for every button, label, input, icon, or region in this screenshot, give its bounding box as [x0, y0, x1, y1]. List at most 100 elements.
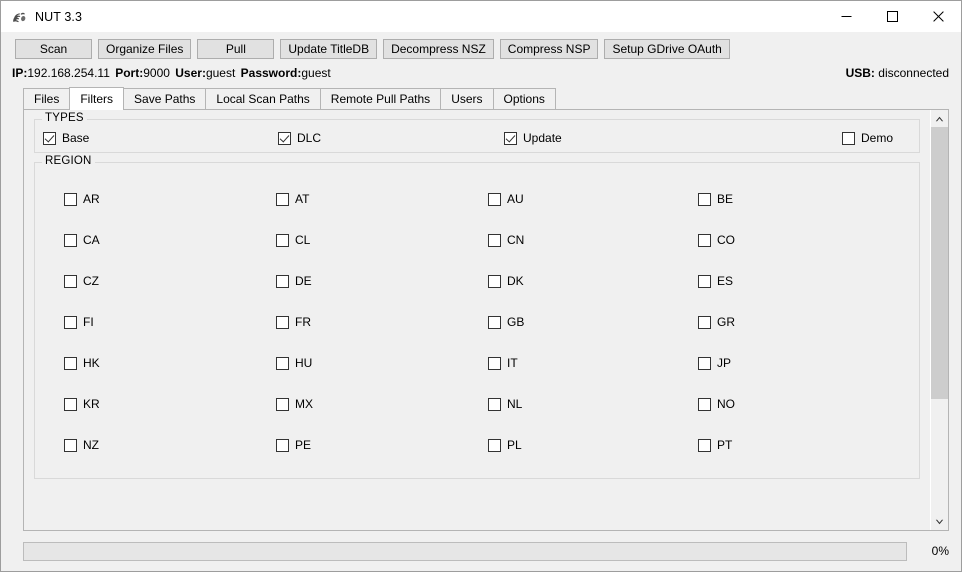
checkbox-kr-box[interactable]: [64, 398, 77, 411]
vertical-scrollbar[interactable]: [930, 110, 948, 530]
checkbox-region-pt[interactable]: PT: [698, 425, 919, 466]
checkbox-base[interactable]: Base: [35, 132, 256, 145]
checkbox-co-box[interactable]: [698, 234, 711, 247]
checkbox-region-es[interactable]: ES: [698, 261, 919, 302]
checkbox-region-fi[interactable]: FI: [64, 302, 276, 343]
checkbox-mx-box[interactable]: [276, 398, 289, 411]
checkbox-region-gb[interactable]: GB: [488, 302, 698, 343]
checkbox-jp-box[interactable]: [698, 357, 711, 370]
checkbox-de-box[interactable]: [276, 275, 289, 288]
checkbox-region-dk[interactable]: DK: [488, 261, 698, 302]
checkbox-dlc-box[interactable]: [278, 132, 291, 145]
maximize-icon: [886, 11, 898, 22]
checkbox-region-clipped-4[interactable]: [698, 466, 919, 478]
checkbox-fr-box[interactable]: [276, 316, 289, 329]
decompress-nsz-button[interactable]: Decompress NSZ: [383, 39, 494, 59]
checkbox-region-au[interactable]: AU: [488, 179, 698, 220]
scrollbar-thumb[interactable]: [931, 127, 948, 400]
setup-gdrive-oauth-button[interactable]: Setup GDrive OAuth: [604, 39, 730, 59]
update-titledb-button[interactable]: Update TitleDB: [280, 39, 378, 59]
checkbox-nz-box[interactable]: [64, 439, 77, 452]
tab-options[interactable]: Options: [492, 88, 556, 109]
maximize-button[interactable]: [869, 1, 915, 32]
checkbox-region-pe[interactable]: PE: [276, 425, 488, 466]
checkbox-region-clipped-3[interactable]: [488, 466, 698, 478]
checkbox-region-clipped-1[interactable]: [64, 466, 276, 478]
scrollbar-track[interactable]: [931, 127, 948, 513]
checkbox-pe-box[interactable]: [276, 439, 289, 452]
checkbox-no-box[interactable]: [698, 398, 711, 411]
checkbox-region-cn[interactable]: CN: [488, 220, 698, 261]
checkbox-base-box[interactable]: [43, 132, 56, 145]
checkbox-ar-box[interactable]: [64, 193, 77, 206]
checkbox-region-hk[interactable]: HK: [64, 343, 276, 384]
checkbox-region-de[interactable]: DE: [276, 261, 488, 302]
checkbox-hk-box[interactable]: [64, 357, 77, 370]
tab-local-scan-paths[interactable]: Local Scan Paths: [205, 88, 321, 109]
checkbox-hu-box[interactable]: [276, 357, 289, 370]
port-label: Port:: [115, 66, 144, 80]
checkbox-region-clipped-2[interactable]: [276, 466, 488, 478]
scroll-up-button[interactable]: [931, 110, 948, 127]
filters-content: TYPES Base DLC Update Demo REGION AR AT …: [24, 110, 930, 479]
checkbox-region-fr[interactable]: FR: [276, 302, 488, 343]
checkbox-pl-box[interactable]: [488, 439, 501, 452]
checkbox-gr-box[interactable]: [698, 316, 711, 329]
checkbox-region-gr[interactable]: GR: [698, 302, 919, 343]
checkbox-region-nz[interactable]: NZ: [64, 425, 276, 466]
checkbox-dk-box[interactable]: [488, 275, 501, 288]
checkbox-at-box[interactable]: [276, 193, 289, 206]
tab-users[interactable]: Users: [440, 88, 494, 109]
checkbox-gr-label: GR: [717, 315, 735, 329]
pull-button[interactable]: Pull: [197, 39, 275, 59]
checkbox-dlc[interactable]: DLC: [256, 132, 477, 145]
checkbox-region-at[interactable]: AT: [276, 179, 488, 220]
region-checkbox-grid: AR AT AU BE CA CL CN CO CZ DE DK ES FI F…: [35, 163, 919, 466]
tab-remote-pull-paths[interactable]: Remote Pull Paths: [319, 88, 442, 109]
checkbox-cz-box[interactable]: [64, 275, 77, 288]
scroll-down-button[interactable]: [931, 513, 948, 530]
checkbox-be-label: BE: [717, 192, 734, 206]
checkbox-region-mx[interactable]: MX: [276, 384, 488, 425]
checkbox-pt-box[interactable]: [698, 439, 711, 452]
checkbox-fi-box[interactable]: [64, 316, 77, 329]
checkbox-hk-label: HK: [83, 356, 100, 370]
checkbox-region-nl[interactable]: NL: [488, 384, 698, 425]
checkbox-region-be[interactable]: BE: [698, 179, 919, 220]
checkbox-region-kr[interactable]: KR: [64, 384, 276, 425]
checkbox-it-box[interactable]: [488, 357, 501, 370]
tab-save-paths[interactable]: Save Paths: [123, 88, 207, 109]
organize-files-button[interactable]: Organize Files: [98, 39, 192, 59]
minimize-button[interactable]: [823, 1, 869, 32]
checkbox-nl-box[interactable]: [488, 398, 501, 411]
checkbox-demo[interactable]: Demo: [698, 132, 919, 145]
checkbox-demo-box[interactable]: [841, 132, 855, 145]
checkbox-be-box[interactable]: [698, 193, 711, 206]
checkbox-update-box[interactable]: [504, 132, 517, 145]
checkbox-cn-box[interactable]: [488, 234, 501, 247]
bottom-progress-bar-area: 0%: [1, 531, 961, 571]
checkbox-update[interactable]: Update: [477, 132, 698, 145]
checkbox-region-cl[interactable]: CL: [276, 220, 488, 261]
checkbox-es-box[interactable]: [698, 275, 711, 288]
checkbox-region-jp[interactable]: JP: [698, 343, 919, 384]
checkbox-region-co[interactable]: CO: [698, 220, 919, 261]
checkbox-cl-box[interactable]: [276, 234, 289, 247]
tab-filters[interactable]: Filters: [69, 87, 125, 110]
checkbox-gb-box[interactable]: [488, 316, 501, 329]
checkbox-region-it[interactable]: IT: [488, 343, 698, 384]
checkbox-au-box[interactable]: [488, 193, 501, 206]
checkbox-region-cz[interactable]: CZ: [64, 261, 276, 302]
checkbox-at-label: AT: [295, 192, 310, 206]
ip-label: IP:: [12, 66, 28, 80]
checkbox-region-ca[interactable]: CA: [64, 220, 276, 261]
close-button[interactable]: [915, 1, 961, 32]
tab-files[interactable]: Files: [23, 88, 71, 109]
compress-nsp-button[interactable]: Compress NSP: [499, 39, 599, 59]
checkbox-region-pl[interactable]: PL: [488, 425, 698, 466]
checkbox-region-hu[interactable]: HU: [276, 343, 488, 384]
checkbox-region-ar[interactable]: AR: [64, 179, 276, 220]
checkbox-region-no[interactable]: NO: [698, 384, 919, 425]
scan-button[interactable]: Scan: [15, 39, 92, 59]
checkbox-ca-box[interactable]: [64, 234, 77, 247]
